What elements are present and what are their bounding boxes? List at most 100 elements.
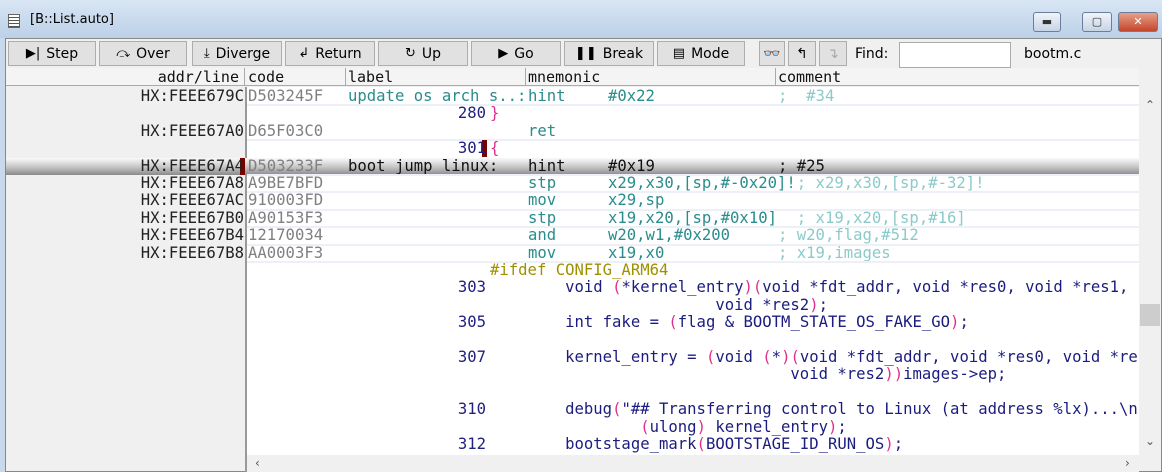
source-text: #ifdef CONFIG_ARM64 <box>490 261 669 279</box>
return-icon: ↲ <box>298 46 310 61</box>
column-header: addr/line code label mnemonic comment <box>6 68 1139 86</box>
source-row[interactable]: 310 debug("## Transferring control to Li… <box>248 401 1139 418</box>
scroll-up-icon[interactable]: ⌃ <box>1145 98 1155 112</box>
mode-label: Mode <box>691 45 730 62</box>
glasses-icon: 👓 <box>763 45 781 62</box>
over-label: Over <box>136 45 170 62</box>
line-number: 305 <box>457 313 486 332</box>
scroll-left-icon[interactable]: ‹ <box>255 456 260 470</box>
operands: #0x22 <box>608 87 655 105</box>
operands: x29,sp <box>608 191 665 210</box>
down-level-button: ↴ <box>819 41 847 66</box>
operands: x29,x30,[sp,#-0x20]! <box>608 174 796 192</box>
symbol-label: update_os_arch_s..: <box>348 87 527 105</box>
asm-row[interactable]: HX:FEEE67B0 A90153F3 stp x19,x20,[sp,#0x10]… <box>6 208 1139 229</box>
mnemonic: hint <box>528 87 566 105</box>
source-text: int fake = (flag & BOOTM_STATE_OS_FAKE_G… <box>490 313 969 332</box>
horizontal-scrollbar[interactable]: ‹ › <box>245 455 1139 472</box>
step-button[interactable]: ▶| Step <box>8 41 96 66</box>
comment: ; #25 <box>778 156 825 175</box>
asm-row[interactable]: HX:FEEE679C D503245F update_os_arch_s..: hi… <box>6 87 1139 107</box>
source-row[interactable]: 307 kernel_entry = (void (*)(void *fdt_a… <box>248 349 1139 366</box>
scroll-down-icon[interactable]: ⌄ <box>1145 434 1155 448</box>
step-label: Step <box>46 45 79 62</box>
source-text: void *res2); <box>490 295 828 314</box>
line-number: 310 <box>457 400 486 419</box>
source-text: } <box>490 104 500 123</box>
comment: ; x19,x20,[sp,#16] <box>778 208 966 227</box>
current-line-row[interactable]: HX:FEEE67A4 D503233F boot_jump_linux: hint #… <box>6 156 1139 177</box>
opcode: A9BE7BFD <box>248 174 324 192</box>
asm-row[interactable]: HX:FEEE67A8 A9BE7BFD stp x29,x30,[sp,#-0x20… <box>6 174 1139 194</box>
scroll-right-icon[interactable]: › <box>1125 456 1130 470</box>
column-label[interactable]: label <box>348 68 393 86</box>
comment: ; x19,images <box>778 243 891 262</box>
up-level-button[interactable]: ↰ <box>788 41 816 66</box>
source-row[interactable]: 280} <box>248 105 1139 122</box>
diverge-icon: ⤓ <box>203 46 210 61</box>
maximize-button[interactable]: ▢ <box>1082 12 1112 32</box>
mode-button[interactable]: ▤ Mode <box>657 41 745 66</box>
break-button[interactable]: ❚❚ Break <box>564 41 654 66</box>
column-comment[interactable]: comment <box>778 68 841 86</box>
address: HX:FEEE67A4 <box>140 156 244 175</box>
find-input[interactable] <box>899 42 1011 68</box>
close-button[interactable]: ✕ <box>1118 12 1158 32</box>
arrow-down-icon: ↴ <box>827 45 839 62</box>
source-row[interactable]: (ulong) kernel_entry); <box>248 417 1139 436</box>
source-text: debug("## Transferring control to Linux … <box>490 400 1139 419</box>
column-mnemonic[interactable]: mnemonic <box>528 68 600 86</box>
line-number: 280 <box>457 104 486 123</box>
source-row[interactable]: 312 bootstage_mark(BOOTSTAGE_ID_RUN_OS); <box>248 436 1139 453</box>
vertical-scroll-thumb[interactable] <box>1140 304 1160 326</box>
source-row[interactable]: 305 int fake = (flag & BOOTM_STATE_OS_FA… <box>248 314 1139 331</box>
view-mode-icon-button[interactable]: 👓 <box>759 41 785 66</box>
address: HX:FEEE67B4 <box>140 226 244 245</box>
asm-row[interactable]: HX:FEEE67B4 12170034 and w20,w1,#0x200 ; w20… <box>6 226 1139 247</box>
comment: ; w20,flag,#512 <box>778 226 919 245</box>
source-text: void *res2))images->ep; <box>490 365 1007 384</box>
go-button[interactable]: ▶ Go <box>471 41 561 66</box>
toolbar: ▤ Mode ❚❚ Break ▶ Go ↻ Up ↲ Return ⤓ Diverge ⤼ Over ▶|… <box>6 41 1161 68</box>
code-listing: HX:FEEE679C D503245F update_os_arch_s..: hi… <box>6 87 1139 455</box>
go-icon: ▶ <box>498 46 509 61</box>
source-row[interactable]: 301{ <box>248 139 1139 158</box>
window-title: [B::List.auto] <box>30 12 114 27</box>
address: HX:FEEE67B8 <box>140 243 244 262</box>
column-addr-line[interactable]: addr/line <box>158 68 239 86</box>
symbol-label: boot_jump_linux: <box>348 156 499 175</box>
source-text: { <box>490 139 500 158</box>
operands: x19,x0 <box>608 243 665 262</box>
asm-row[interactable]: HX:FEEE67B8 AA0003F3 mov x19,x0 ; x19,images <box>6 243 1139 264</box>
line-number: 301 <box>457 139 486 158</box>
line-number: 307 <box>457 348 486 366</box>
diverge-button[interactable]: ⤓ Diverge <box>192 41 282 66</box>
mnemonic: mov <box>528 243 557 262</box>
comment: ; #34 <box>778 87 835 105</box>
line-number: 303 <box>457 278 486 297</box>
address: HX:FEEE679C <box>140 87 244 105</box>
arrow-up-icon: ↰ <box>796 45 808 62</box>
minimize-button[interactable]: ▬ <box>1033 12 1061 32</box>
asm-row[interactable]: HX:FEEE67A0 D65F03C0 ret <box>6 122 1139 142</box>
line-number: 312 <box>457 435 486 453</box>
mnemonic: stp <box>528 208 557 227</box>
source-row[interactable]: void *res2))images->ep; <box>248 366 1139 383</box>
mnemonic: stp <box>528 174 557 192</box>
return-button[interactable]: ↲ Return <box>285 41 375 66</box>
source-row[interactable]: #ifdef CONFIG_ARM64 <box>248 262 1139 279</box>
comment: ; x29,x30,[sp,#-32]! <box>778 174 985 192</box>
over-button[interactable]: ⤼ Over <box>99 41 187 66</box>
source-row[interactable] <box>248 332 1139 349</box>
source-row[interactable] <box>248 384 1139 401</box>
column-code[interactable]: code <box>248 68 284 86</box>
asm-row[interactable]: HX:FEEE67AC 910003FD mov x29,sp <box>6 191 1139 212</box>
source-text: void (*kernel_entry)(void *fdt_addr, voi… <box>490 278 1129 297</box>
up-button[interactable]: ↻ Up <box>378 41 468 66</box>
operands: #0x19 <box>608 156 655 175</box>
operands: w20,w1,#0x200 <box>608 226 731 245</box>
source-row[interactable]: 303 void (*kernel_entry)(void *fdt_addr,… <box>248 279 1139 296</box>
source-row[interactable]: void *res2); <box>248 295 1139 314</box>
source-text: (ulong) kernel_entry); <box>640 417 847 436</box>
vertical-scrollbar[interactable]: ⌃ ⌄ <box>1139 68 1161 456</box>
